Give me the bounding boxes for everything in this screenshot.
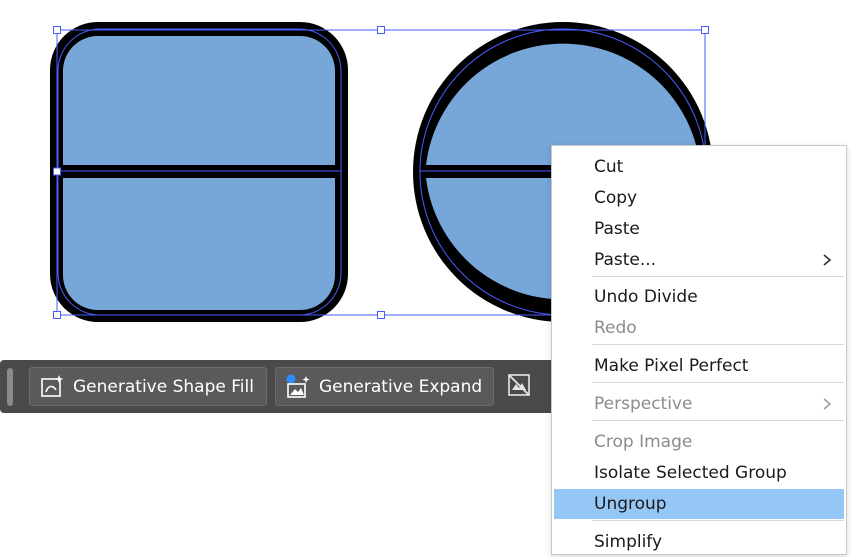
menu-item-label: Crop Image (594, 432, 693, 452)
handle-middle-left[interactable] (53, 167, 61, 176)
rounded-square-bottom-half[interactable] (62, 178, 336, 310)
menu-item-label: Cut (594, 157, 624, 177)
chevron-right-icon (823, 254, 832, 266)
menu-item-label: Undo Divide (594, 287, 698, 307)
hide-taskbar-icon (506, 372, 532, 402)
menu-item-paste-submenu[interactable]: Paste... (552, 245, 846, 275)
menu-item-make-pixel-perfect[interactable]: Make Pixel Perfect (552, 351, 846, 381)
menu-item-undo-divide[interactable]: Undo Divide (552, 282, 846, 312)
generative-expand-button[interactable]: Generative Expand (275, 367, 494, 406)
menu-item-label: Paste (594, 219, 640, 239)
menu-item-label: Copy (594, 188, 638, 208)
menu-item-label: Ungroup (594, 494, 667, 514)
rounded-square-top-half[interactable] (62, 36, 336, 165)
handle-top-left[interactable] (53, 26, 61, 34)
menu-item-label: Perspective (594, 394, 693, 414)
hide-taskbar-button[interactable] (503, 372, 535, 402)
generative-shape-fill-label: Generative Shape Fill (73, 376, 254, 397)
generative-shape-fill-icon (39, 374, 65, 400)
menu-separator (592, 276, 844, 277)
menu-item-perspective[interactable]: Perspective (552, 389, 846, 419)
menu-item-paste[interactable]: Paste (552, 214, 846, 244)
contextual-task-bar: Generative Shape Fill Generative Expand (0, 360, 560, 413)
menu-item-crop-image[interactable]: Crop Image (552, 427, 846, 457)
handle-bottom-center[interactable] (377, 311, 385, 319)
rounded-square-shape[interactable] (50, 22, 348, 322)
menu-item-label: Paste... (594, 250, 657, 270)
menu-item-cut[interactable]: Cut (552, 152, 846, 182)
menu-item-label: Simplify (594, 532, 663, 552)
menu-item-copy[interactable]: Copy (552, 183, 846, 213)
menu-separator (592, 520, 844, 521)
menu-separator (592, 420, 844, 421)
generative-expand-label: Generative Expand (319, 376, 483, 397)
taskbar-drag-handle[interactable] (7, 368, 13, 406)
menu-separator (592, 344, 844, 345)
menu-item-simplify[interactable]: Simplify (552, 527, 846, 557)
menu-item-label: Redo (594, 318, 637, 338)
menu-item-label: Make Pixel Perfect (594, 356, 749, 376)
generative-shape-fill-button[interactable]: Generative Shape Fill (29, 367, 267, 406)
menu-item-redo[interactable]: Redo (552, 313, 846, 343)
handle-top-center[interactable] (377, 26, 385, 34)
menu-item-label: Isolate Selected Group (594, 463, 787, 483)
chevron-right-icon (823, 398, 832, 410)
handle-top-right[interactable] (701, 26, 709, 34)
menu-item-isolate-selected-group[interactable]: Isolate Selected Group (552, 458, 846, 488)
menu-separator (592, 382, 844, 383)
context-menu: Cut Copy Paste Paste... Undo Divide Redo… (551, 145, 847, 555)
handle-bottom-left[interactable] (53, 311, 61, 319)
menu-item-ungroup[interactable]: Ungroup (554, 489, 844, 519)
generative-expand-icon (285, 374, 311, 400)
